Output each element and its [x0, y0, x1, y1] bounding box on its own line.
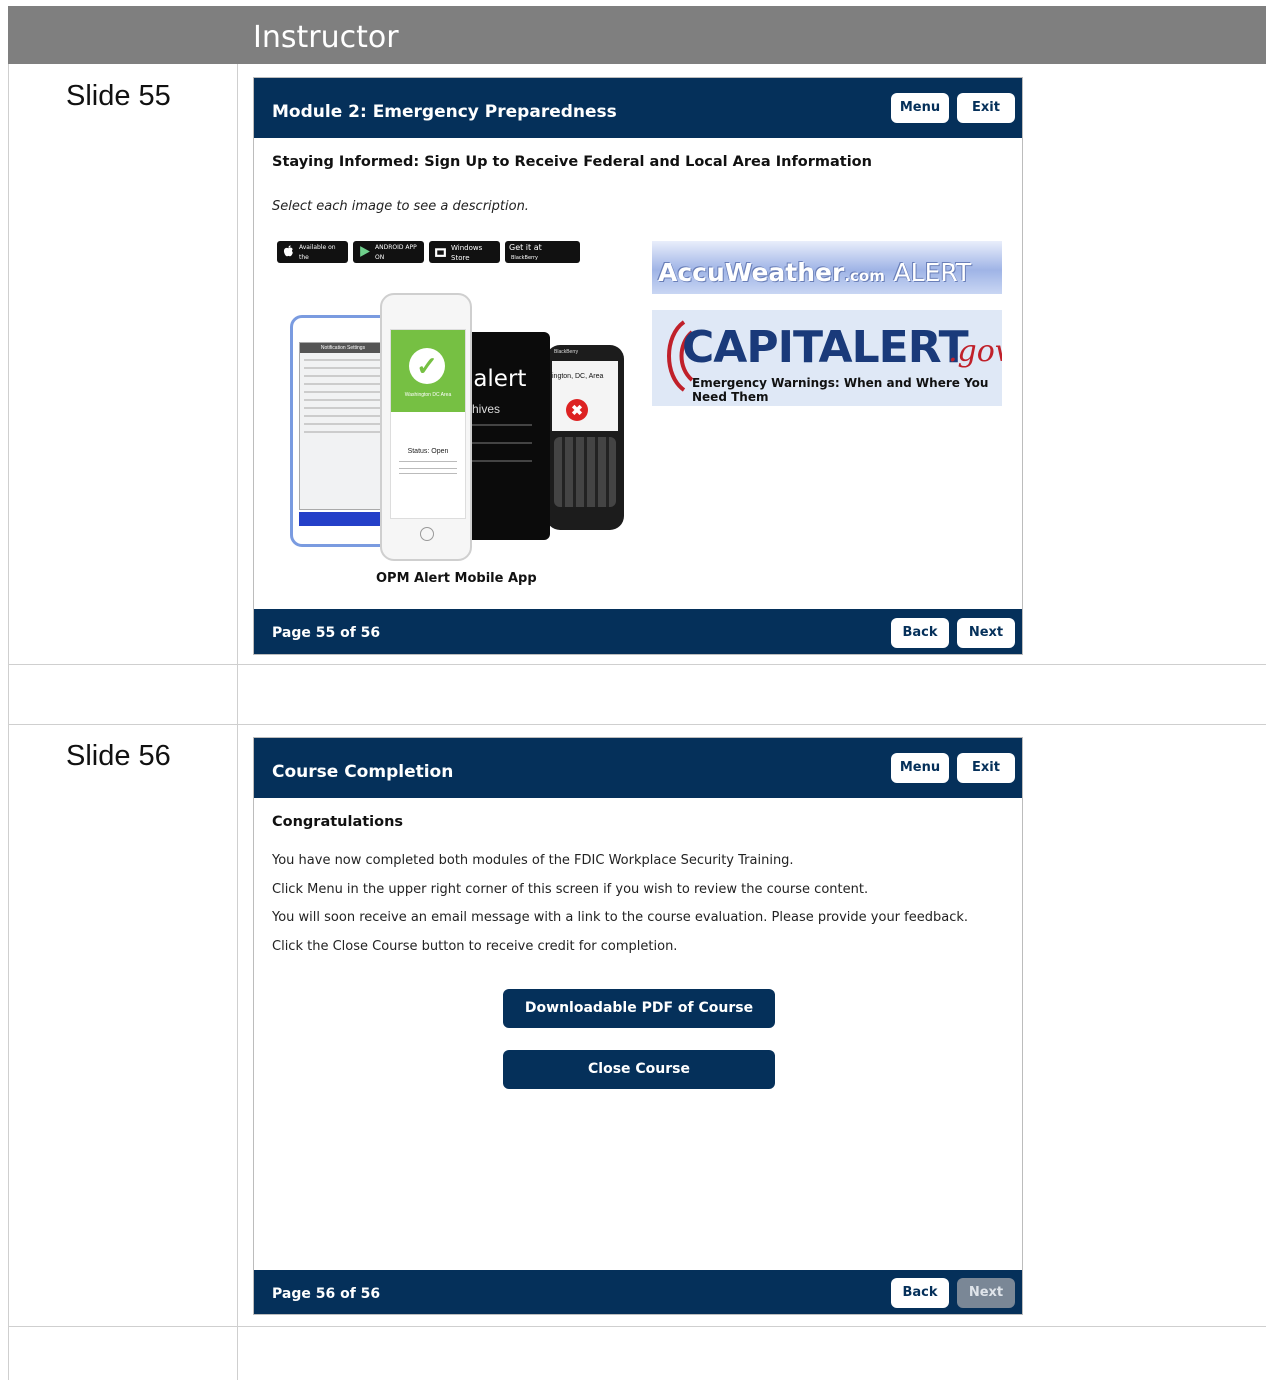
slide-label: Slide 56 [66, 740, 171, 772]
blackberry-world-badge[interactable]: Get it at BlackBerry App World [505, 241, 580, 271]
row-divider [8, 664, 1266, 665]
opm-alert-phones-image[interactable]: Notification Settings BlackBerry ington,… [284, 290, 629, 565]
table-border-left [8, 6, 9, 1380]
table-column-divider [237, 6, 238, 1380]
exit-button[interactable]: Exit [957, 93, 1015, 123]
back-button[interactable]: Back [891, 618, 949, 648]
slide-topbar: Course Completion Menu Exit [254, 738, 1022, 798]
next-button[interactable]: Next [957, 618, 1015, 648]
close-course-button[interactable]: Close Course [503, 1050, 775, 1089]
capitalert-tld: .gov [948, 334, 1002, 369]
checkmark-icon: ✓ [409, 348, 445, 384]
body-text-line: Click the Close Course button to receive… [272, 939, 678, 954]
next-button[interactable]: Next [957, 1278, 1015, 1308]
image-caption: OPM Alert Mobile App [376, 571, 537, 586]
column-header-instructor: Instructor [253, 20, 399, 55]
phone-settings-screen: Notification Settings [290, 315, 394, 547]
app-store-badge[interactable]: Available on the App Store [277, 241, 348, 273]
body-text-line: You will soon receive an email message w… [272, 910, 969, 925]
row-divider [8, 1326, 1266, 1327]
instruction-text: Select each image to see a description. [272, 199, 529, 214]
menu-button[interactable]: Menu [891, 93, 949, 123]
error-icon: ✖ [566, 399, 588, 421]
exit-button[interactable]: Exit [957, 753, 1015, 783]
windows-store-badge[interactable]: Windows Store [429, 241, 500, 263]
play-icon [360, 246, 370, 257]
row-divider [8, 724, 1266, 725]
phone-status-screen: ✓ Washington DC Area Status: Open [380, 293, 472, 561]
accuweather-brand: AccuWeather [658, 258, 845, 287]
back-button[interactable]: Back [891, 1278, 949, 1308]
table-header-row [8, 6, 1266, 64]
phone-windows: alert chives [466, 332, 550, 540]
body-text-line: You have now completed both modules of t… [272, 853, 794, 868]
module-title: Module 2: Emergency Preparedness [272, 102, 617, 122]
slide-topbar: Module 2: Emergency Preparedness Menu Ex… [254, 78, 1022, 138]
capitalert-brand: CAPITALERT [682, 322, 969, 373]
capitalert-tagline: Emergency Warnings: When and Where You N… [692, 376, 989, 404]
slide-55: Module 2: Emergency Preparedness Menu Ex… [253, 77, 1023, 655]
accuweather-alert-word: ALERT [893, 258, 972, 287]
page-indicator: Page 56 of 56 [272, 1286, 381, 1302]
apple-icon [283, 245, 293, 257]
capitalert-image[interactable]: CAPITALERT .gov Emergency Warnings: When… [652, 310, 1002, 406]
module-title: Course Completion [272, 762, 454, 782]
page-indicator: Page 55 of 56 [272, 625, 381, 641]
accuweather-domain: .com [844, 267, 885, 285]
slide-56: Course Completion Menu Exit Congratulati… [253, 737, 1023, 1315]
slide-bottombar: Page 55 of 56 Back Next [254, 609, 1022, 654]
phone-blackberry: BlackBerry ington, DC, Area ✖ [546, 345, 624, 530]
slide-heading: Congratulations [272, 814, 404, 830]
download-pdf-button[interactable]: Downloadable PDF of Course Links [503, 989, 775, 1055]
accuweather-alert-image[interactable]: AccuWeather.com ALERT [652, 241, 1002, 294]
windows-store-icon [435, 248, 446, 257]
slide-bottombar: Page 56 of 56 Back Next [254, 1270, 1022, 1314]
slide-label: Slide 55 [66, 80, 171, 112]
body-text-line: Click Menu in the upper right corner of … [272, 882, 869, 897]
google-play-badge[interactable]: ANDROID APP ON Google play [353, 241, 424, 283]
menu-button[interactable]: Menu [891, 753, 949, 783]
slide-heading: Staying Informed: Sign Up to Receive Fed… [272, 154, 872, 170]
